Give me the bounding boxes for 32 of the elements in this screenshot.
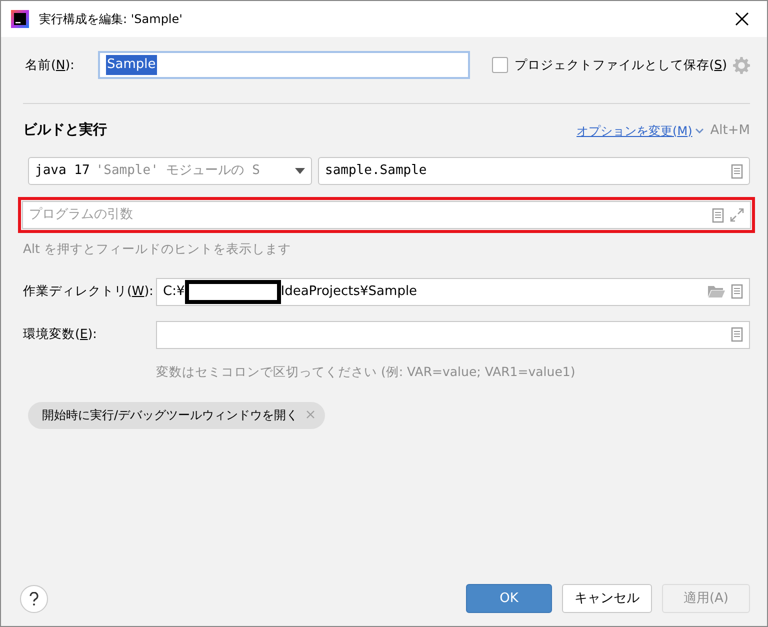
help-button[interactable] [20,584,48,612]
environment-variables-hint: 変数はセミコロンで区切ってください (例: VAR=value; VAR1=value1) [156,362,576,381]
section-title: ビルドと実行 [23,121,107,140]
shortcut-text: Alt+M [710,122,750,140]
close-icon[interactable] [735,12,749,26]
jre-select[interactable]: java 17 'Sample' モジュールの S [28,157,312,185]
dropdown-caret-icon[interactable] [295,168,305,174]
environment-variables-label: 環境変数(E): [23,325,98,344]
expand-icon[interactable] [730,208,744,222]
store-checkbox-label: プロジェクトファイルとして保存(S) [514,56,727,74]
folder-icon[interactable] [708,285,725,298]
store-checkbox[interactable] [492,57,508,73]
document-icon[interactable] [712,208,724,222]
document-icon[interactable] [731,284,743,300]
chevron-down-icon[interactable] [695,128,704,134]
help-icon[interactable] [29,592,39,606]
field-hint-text: Alt を押すとフィールドのヒントを表示します [23,240,292,258]
name-field[interactable]: Sample [98,51,470,79]
main-class-field[interactable]: sample.Sample [318,157,750,185]
window-title: 実行構成を編集: 'Sample' [39,11,182,28]
dialog-button[interactable]: OK [466,584,552,613]
dialog-button[interactable]: キャンセル [562,584,652,613]
document-icon[interactable] [731,327,743,342]
document-icon[interactable] [731,164,743,178]
settings-icon[interactable] [733,56,750,74]
working-directory-label: 作業ディレクトリ(W): [23,282,154,300]
remove-icon[interactable] [306,410,316,419]
name-label: 名前(N): [25,56,76,74]
app-logo-icon [11,10,29,28]
option-chip[interactable]: 開始時に実行/デバッグツールウィンドウを開く [28,402,326,428]
change-options-link[interactable]: オプションを変更(M) [576,122,692,140]
working-directory-field[interactable]: C:¥ IdeaProjects¥Sample [156,278,750,306]
